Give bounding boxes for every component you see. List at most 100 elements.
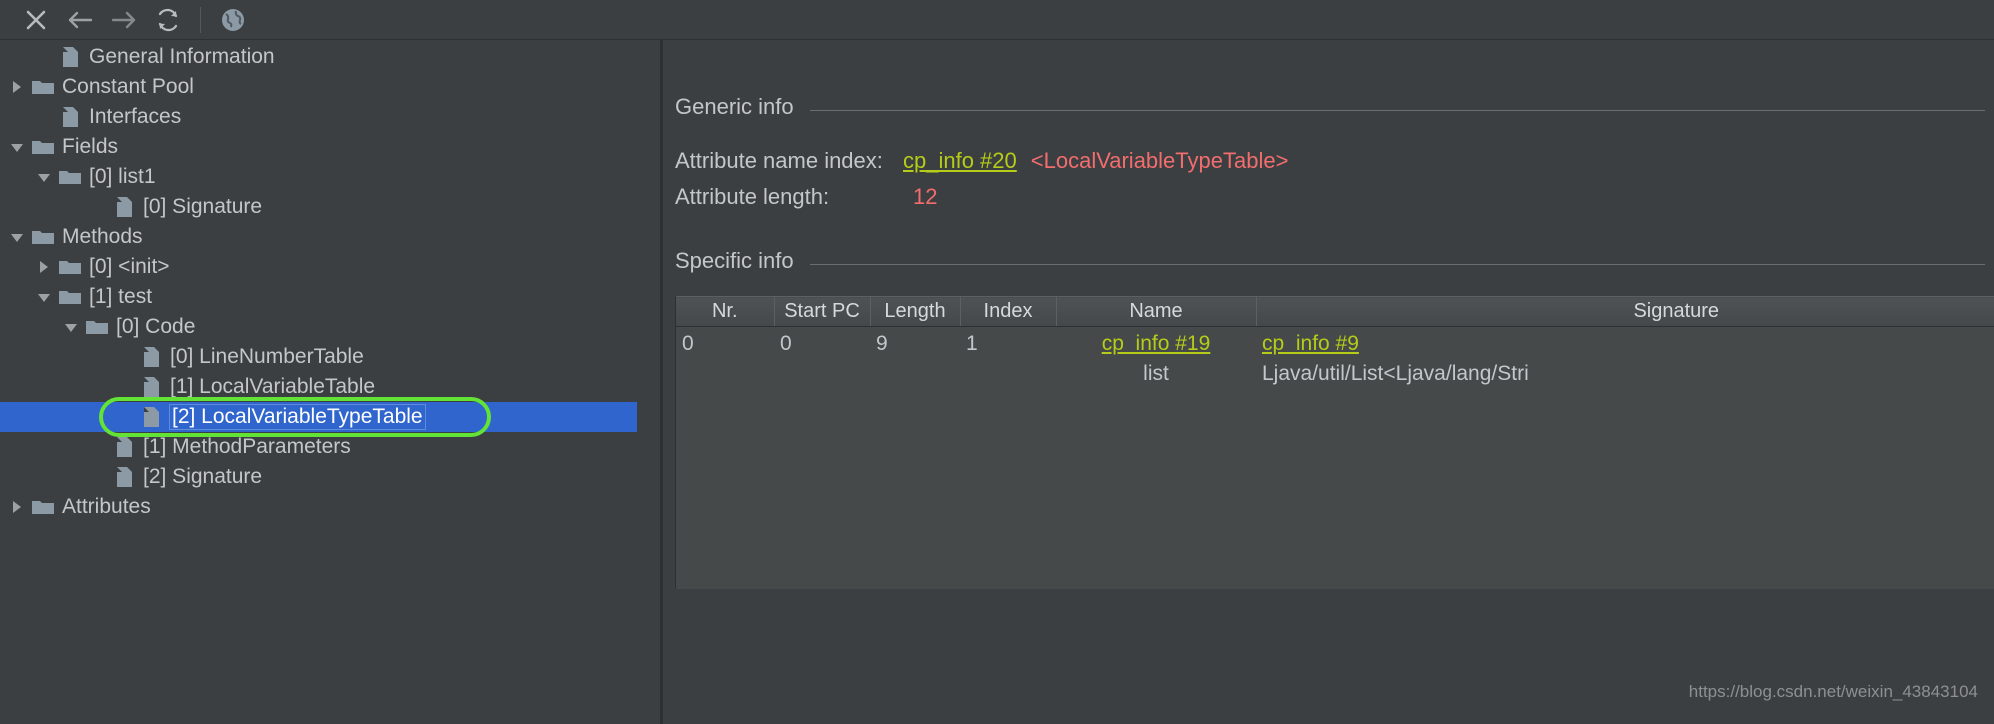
generic-info-rule [809,109,1985,111]
back-arrow-icon [65,7,95,33]
local-variable-type-table[interactable]: Nr. Start PC Length Index Name Signature 0091… [675,296,1994,589]
tree-row[interactable]: Constant Pool [0,72,660,102]
tree-row[interactable]: Fields [0,132,660,162]
tree-row[interactable]: Attributes [0,492,660,522]
tree-row[interactable]: [1] LocalVariableTable [0,372,660,402]
attribute-length-value: 12 [913,184,938,209]
tree-item-label: Constant Pool [62,75,194,98]
forward-button[interactable] [102,3,146,37]
signature-cell-value: Ljava/util/List<Ljava/lang/Stri [1262,362,1529,385]
tree-row[interactable]: General Information [0,42,660,72]
attribute-name-index-label: Attribute name index: [675,148,883,173]
table-header-row: Nr. Start PC Length Index Name Signature [676,296,1994,327]
toolbar-divider [200,6,201,33]
table-column-header[interactable]: Start PC [774,296,871,327]
tree-row[interactable]: [0] Signature [0,192,660,222]
tree-item-label: Attributes [62,495,151,518]
table-cell: 0 [774,326,870,389]
close-button[interactable] [14,3,58,37]
tree-item-label: Interfaces [89,105,182,128]
file-icon [138,405,164,429]
close-icon [23,7,49,33]
attribute-table: Nr. Start PC Length Index Name Signature 0091… [676,296,1994,589]
back-button[interactable] [58,3,102,37]
globe-icon [219,6,247,34]
tree-item-label: [0] list1 [89,165,156,188]
folder-icon [30,226,56,248]
file-icon [57,45,83,69]
table-column-header[interactable]: Name [1056,296,1257,327]
table-body: 0 0 9 1 cp_info #19 list cp_info #9 Ljava/util/… [676,326,1994,589]
table-cell: 9 [870,326,960,389]
tree-row[interactable]: [0] LineNumberTable [0,342,660,372]
table-column-header[interactable]: Index [960,296,1057,327]
file-icon [111,195,137,219]
tree-row[interactable]: [2] Signature [0,462,660,492]
file-icon [138,375,164,399]
tree-row[interactable]: [0] Code [0,312,660,342]
file-icon [111,465,137,489]
folder-icon [30,76,56,98]
table-column-header[interactable]: Signature [1256,296,1994,327]
tree-row[interactable]: Interfaces [0,102,660,132]
tree-item-label: Fields [62,135,119,158]
chevron-down-icon[interactable] [4,229,30,245]
browse-button[interactable] [211,3,255,37]
classfile-tree[interactable]: General Information Constant Pool Interfac… [0,40,660,724]
tree-row[interactable]: Methods [0,222,660,252]
signature-cp-link[interactable]: cp_info #9 [1262,332,1359,355]
chevron-down-icon[interactable] [58,319,84,335]
folder-icon [30,136,56,158]
folder-icon [57,166,83,188]
reload-button[interactable] [146,3,190,37]
tree-item-label: [0] Code [116,315,196,338]
tree-row-selected[interactable]: [2] LocalVariableTypeTable [0,402,637,432]
chevron-down-icon[interactable] [4,139,30,155]
chevron-right-icon[interactable] [4,79,30,95]
table-cell-name: cp_info #19 list [1056,326,1256,389]
table-filler-cell [676,389,1994,589]
tree-item-label: [0] Signature [143,195,263,218]
specific-info-title: Specific info [675,248,794,273]
main-split: General Information Constant Pool Interfac… [0,40,1994,724]
tree-row[interactable]: [0] list1 [0,162,660,192]
chevron-down-icon[interactable] [31,169,57,185]
chevron-right-icon[interactable] [31,259,57,275]
folder-icon [57,256,83,278]
tree-item-label: Methods [62,225,143,248]
forward-arrow-icon [109,7,139,33]
folder-icon [30,496,56,518]
tree-item-label: [2] Signature [143,465,263,488]
table-cell: 0 [676,326,774,389]
attribute-name-index-row: Attribute name index: cp_info #20 <Local… [675,148,1994,174]
table-column-header[interactable]: Nr. [676,296,775,327]
detail-pane: Generic info Attribute name index: cp_in… [663,40,1994,724]
attribute-length-row: Attribute length: 12 [675,184,1994,210]
table-header: Nr. Start PC Length Index Name Signature [676,296,1994,327]
name-cell-value: list [1143,362,1169,385]
tree-row[interactable]: [0] <init> [0,252,660,282]
table-row[interactable]: 0 0 9 1 cp_info #19 list cp_info #9 Ljava/util/… [676,326,1994,389]
specific-info-rule [809,263,1985,265]
folder-icon [57,286,83,308]
table-cell: 1 [960,326,1056,389]
name-cp-link[interactable]: cp_info #19 [1102,332,1211,355]
watermark-text: https://blog.csdn.net/weixin_43843104 [1688,682,1978,701]
specific-info-header: Specific info [675,248,1985,274]
chevron-down-icon[interactable] [31,289,57,305]
table-filler-row [676,389,1994,589]
tree-item-label: [0] LineNumberTable [170,345,364,368]
generic-info-header: Generic info [675,94,1985,120]
reload-icon [154,7,182,33]
file-icon [111,435,137,459]
classfile-viewer-window: General Information Constant Pool Interfac… [0,0,1994,724]
file-icon [138,345,164,369]
tree-item-label: [1] MethodParameters [143,435,351,458]
chevron-right-icon[interactable] [4,499,30,515]
tree-row[interactable]: [1] MethodParameters [0,432,660,462]
table-column-header[interactable]: Length [870,296,961,327]
tree-item-label: [1] LocalVariableTable [170,375,376,398]
tree-row[interactable]: [1] test [0,282,660,312]
file-icon [57,105,83,129]
attribute-name-index-link[interactable]: cp_info #20 [903,148,1017,174]
